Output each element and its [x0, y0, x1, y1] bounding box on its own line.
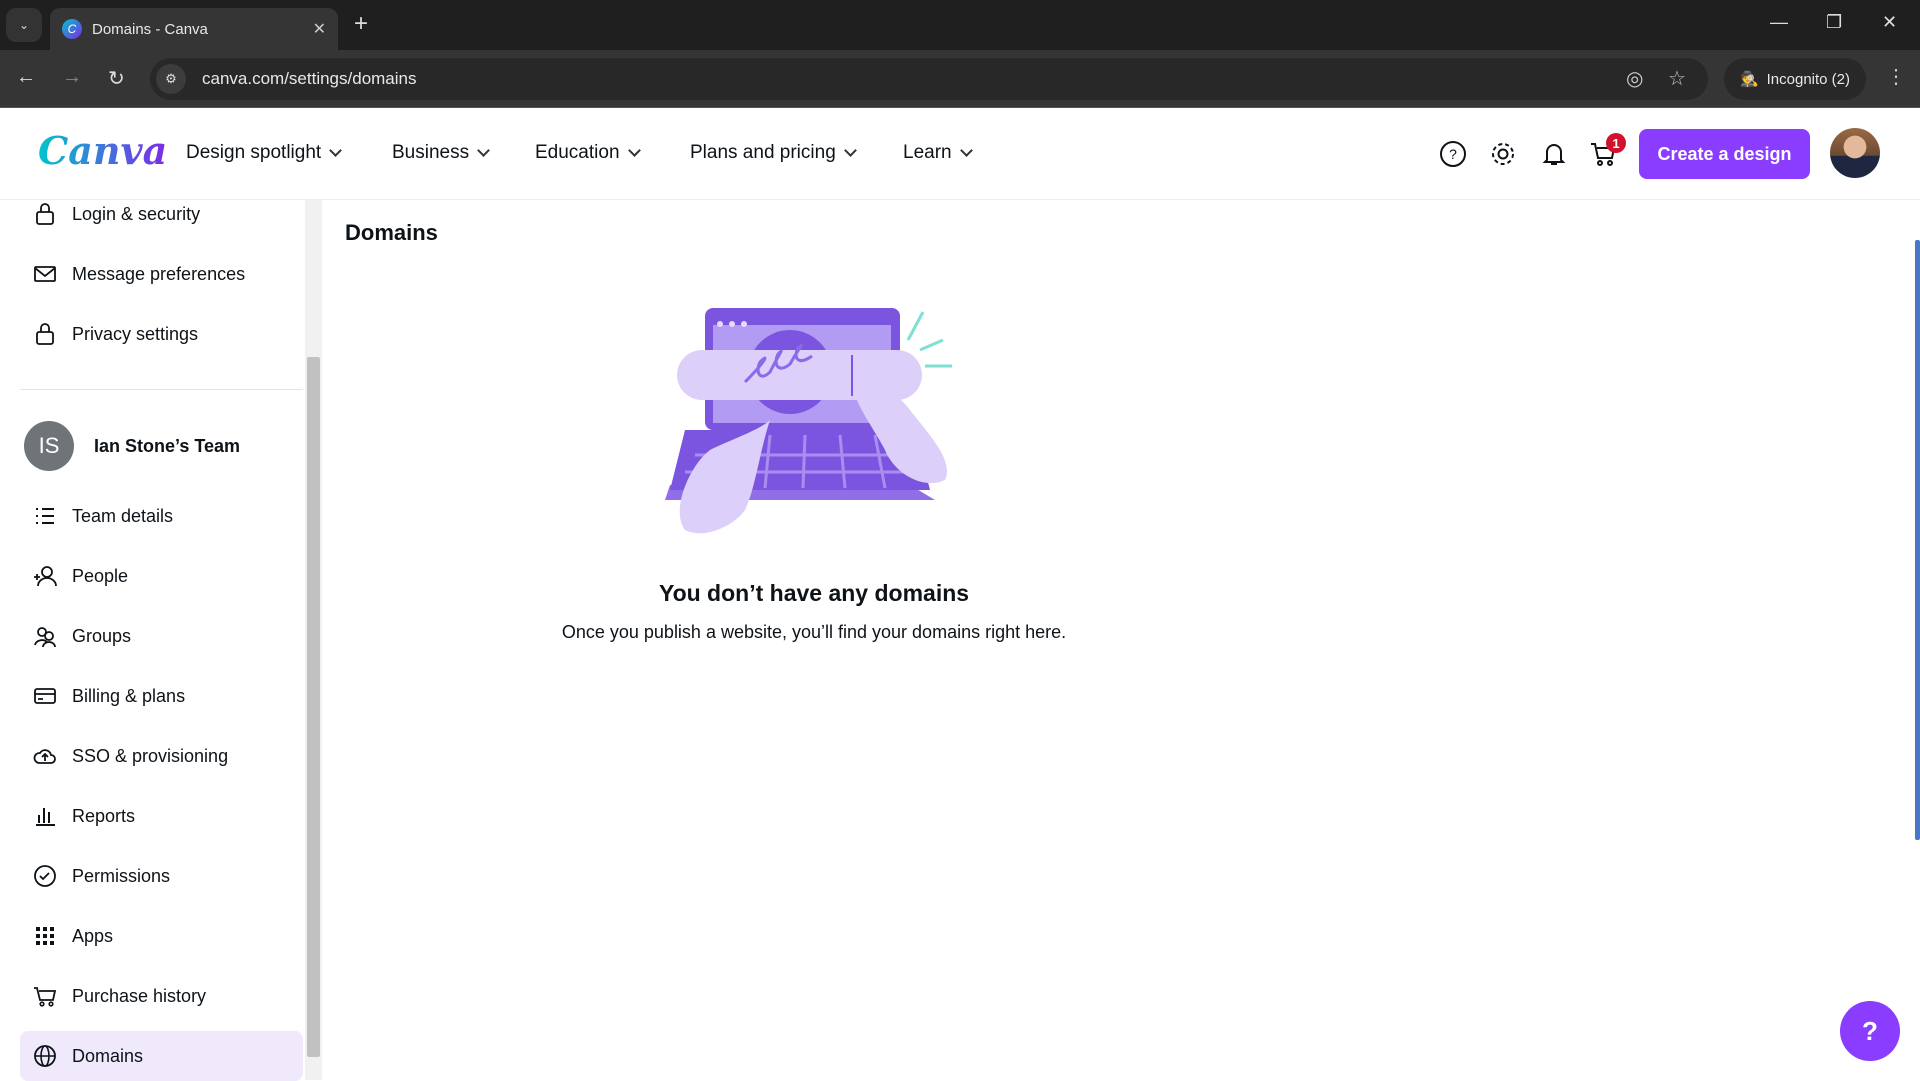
sidebar-item-message-preferences[interactable]: Message preferences	[20, 249, 303, 299]
empty-state-subtitle: Once you publish a website, you’ll find …	[561, 622, 1067, 642]
grid-icon	[36, 927, 54, 945]
sidebar-item-permissions[interactable]: Permissions	[20, 851, 303, 901]
globe-icon	[34, 1045, 56, 1067]
menu-education[interactable]: Education	[535, 142, 641, 164]
menu-label: Plans and pricing	[690, 142, 836, 163]
help-fab-button[interactable]: ?	[1840, 1001, 1900, 1061]
forward-icon[interactable]: →	[62, 66, 82, 89]
team-name: Ian Stone’s Team	[94, 435, 241, 456]
envelope-icon	[34, 266, 56, 282]
sidebar-item-purchase-history[interactable]: Purchase history	[20, 971, 303, 1021]
url-text[interactable]: canva.com/settings/domains	[202, 69, 417, 89]
sidebar-item-label: Login & security	[72, 203, 201, 224]
sidebar-item-login-security[interactable]: Login & security	[20, 189, 303, 239]
menu-plans-and-pricing[interactable]: Plans and pricing	[690, 142, 857, 164]
menu-label: Business	[392, 142, 470, 163]
chevron-down-icon	[959, 144, 973, 157]
tab-search-button[interactable]: ⌄	[6, 8, 42, 42]
empty-state-title: You don’t have any domains	[658, 580, 970, 606]
team-avatar: IS	[24, 421, 74, 471]
tracking-eye-off-icon[interactable]: ◎	[1626, 66, 1643, 91]
svg-text:?: ?	[1449, 146, 1457, 162]
menu-learn[interactable]: Learn	[903, 142, 973, 164]
sidebar-item-label: SSO & provisioning	[72, 745, 229, 766]
browser-menu-icon[interactable]: ⋮	[1886, 64, 1906, 89]
browser-toolbar: ← → ↻ ⚙ canva.com/settings/domains ◎ ☆ 🕵…	[0, 50, 1920, 108]
menu-label: Education	[535, 142, 620, 163]
cart-icon	[34, 987, 57, 1007]
sidebar-item-domains[interactable]: Domains	[20, 1031, 303, 1081]
incognito-label: Incognito (2)	[1766, 70, 1851, 88]
reload-icon[interactable]: ↻	[108, 66, 125, 91]
menu-business[interactable]: Business	[392, 142, 490, 164]
address-bar[interactable]: ⚙ canva.com/settings/domains ◎ ☆	[150, 58, 1708, 100]
page-title: Domains	[345, 220, 438, 245]
back-icon[interactable]: ←	[16, 66, 36, 89]
notifications-bell-icon[interactable]	[1538, 138, 1570, 170]
bookmark-star-icon[interactable]: ☆	[1668, 66, 1686, 91]
user-avatar[interactable]	[1830, 128, 1880, 178]
chevron-down-icon	[843, 144, 857, 157]
help-icon[interactable]: ?	[1437, 138, 1469, 170]
lock-icon	[36, 203, 54, 225]
incognito-icon: 🕵	[1739, 71, 1759, 88]
settings-gear-icon[interactable]	[1487, 138, 1519, 170]
canva-header: Canva Design spotlight Business Educatio…	[0, 108, 1920, 200]
sidebar-item-reports[interactable]: Reports	[20, 791, 303, 841]
sidebar-item-label: Privacy settings	[72, 323, 199, 344]
sidebar-item-label: Domains	[72, 1045, 144, 1066]
tab-title: Domains - Canva	[92, 20, 208, 38]
canva-favicon-icon: C	[62, 19, 82, 39]
sidebar-item-label: Billing & plans	[72, 685, 186, 706]
sidebar-item-label: Message preferences	[72, 263, 246, 284]
sidebar-item-sso-provisioning[interactable]: SSO & provisioning	[20, 731, 303, 781]
menu-design-spotlight[interactable]: Design spotlight	[186, 142, 343, 164]
sidebar-divider	[20, 389, 303, 390]
sidebar-item-label: Permissions	[72, 865, 171, 886]
cloud-upload-icon	[33, 749, 56, 764]
close-tab-icon[interactable]: ✕	[313, 19, 326, 39]
sidebar-scrollbar-thumb[interactable]	[307, 357, 320, 1057]
create-design-button[interactable]: Create a design	[1639, 129, 1810, 179]
sidebar-item-billing-plans[interactable]: Billing & plans	[20, 671, 303, 721]
incognito-button[interactable]: 🕵 Incognito (2)	[1724, 58, 1866, 100]
page-scrollbar[interactable]	[1915, 240, 1920, 840]
browser-tab-bar: ⌄ C Domains - Canva ✕ + — ❐ ✕	[0, 0, 1920, 50]
sidebar-item-label: Purchase history	[72, 985, 207, 1006]
browser-tab[interactable]: C Domains - Canva ✕	[50, 8, 338, 50]
cart-count-badge: 1	[1606, 133, 1626, 153]
sidebar-item-privacy-settings[interactable]: Privacy settings	[20, 309, 303, 359]
credit-card-icon	[34, 688, 56, 704]
lock-icon	[36, 323, 54, 345]
empty-domains-illustration	[665, 308, 952, 534]
bar-chart-icon	[36, 808, 55, 826]
restore-icon[interactable]: ❐	[1826, 12, 1842, 33]
sidebar-item-label: Reports	[72, 805, 136, 826]
chevron-down-icon	[329, 144, 343, 157]
sidebar-item-label: Apps	[72, 925, 114, 946]
sidebar-item-team-details[interactable]: Team details	[20, 491, 303, 541]
team-header: IS Ian Stone’s Team	[24, 421, 240, 471]
new-tab-button[interactable]: +	[354, 10, 368, 38]
site-info-icon[interactable]: ⚙	[156, 64, 186, 94]
canva-logo[interactable]: Canva	[38, 128, 167, 173]
check-circle-icon	[34, 865, 56, 887]
sidebar-item-label: Team details	[72, 505, 174, 526]
chevron-down-icon	[627, 144, 641, 157]
list-icon	[36, 508, 54, 524]
close-window-icon[interactable]: ✕	[1882, 12, 1897, 33]
menu-label: Design spotlight	[186, 142, 322, 163]
menu-label: Learn	[903, 142, 952, 163]
sidebar-item-apps[interactable]: Apps	[20, 911, 303, 961]
minimize-icon[interactable]: —	[1770, 12, 1788, 33]
chevron-down-icon	[477, 144, 490, 157]
